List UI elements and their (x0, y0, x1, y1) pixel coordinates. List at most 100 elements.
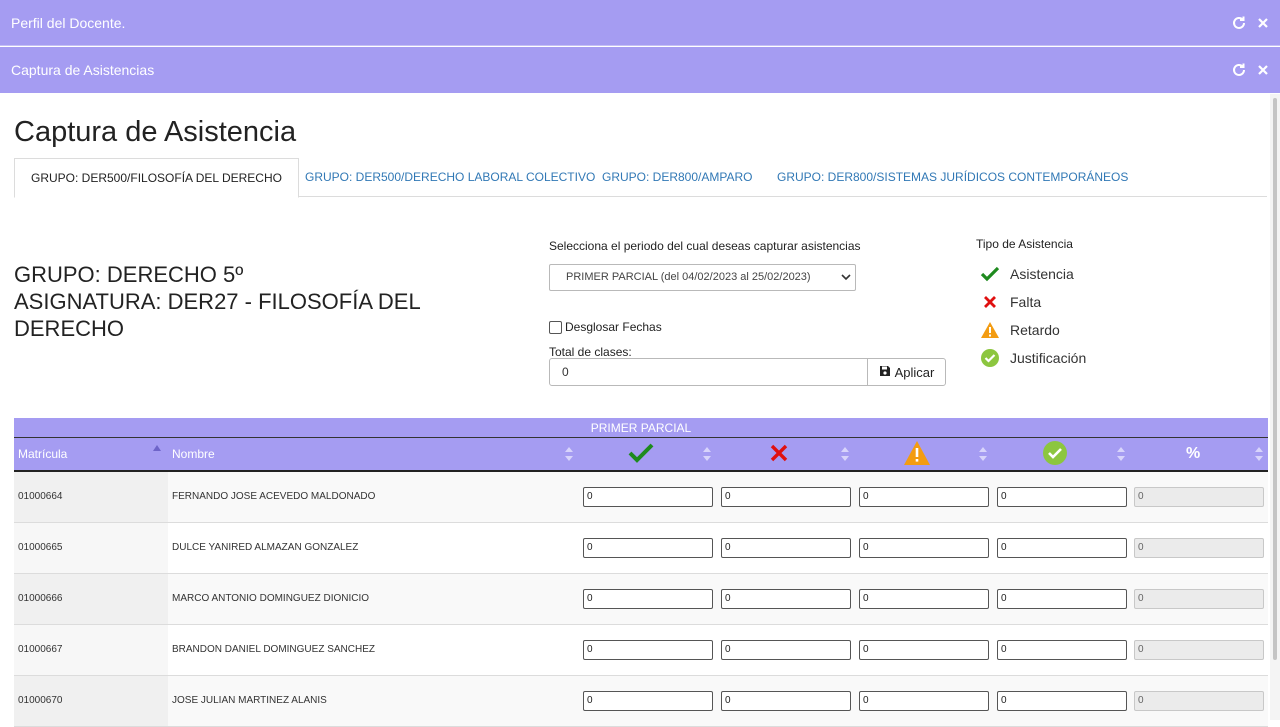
total-clases-label: Total de clases: (549, 345, 632, 359)
legend-label-justificacion: Justificación (1010, 350, 1087, 366)
matricula-header-label: Matrícula (18, 447, 68, 461)
refresh-icon[interactable] (1230, 14, 1248, 32)
legend-item-falta: Falta (976, 288, 1086, 316)
aplicar-label: Aplicar (894, 364, 935, 380)
check-icon (628, 442, 654, 467)
porcentaje-field: 0 (1134, 691, 1264, 711)
outer-window-title: Perfil del Docente. (11, 14, 126, 31)
subject-name: ASIGNATURA: DER27 - FILOSOFÍA DEL (14, 289, 421, 314)
porcentaje-field: 0 (1134, 487, 1264, 507)
nombre-header-label: Nombre (172, 447, 215, 461)
vertical-scrollbar[interactable] (1270, 94, 1280, 720)
legend-label-retardo: Retardo (1010, 322, 1060, 338)
row-matricula: 01000667 (14, 625, 168, 675)
close-icon[interactable] (1254, 14, 1272, 32)
warning-icon (978, 321, 1002, 339)
tipo-asistencia-legend: Tipo de Asistencia Asistencia Falta Reta… (976, 237, 1086, 372)
asistencia-input[interactable]: 0 (583, 487, 713, 507)
tab-der800-sistemas[interactable]: GRUPO: DER800/SISTEMAS JURÍDICOS CONTEMP… (761, 158, 1144, 197)
period-header: PRIMER PARCIAL (14, 418, 1268, 438)
scrollbar-thumb[interactable] (1273, 98, 1277, 660)
group-name: GRUPO: DERECHO 5º (14, 262, 244, 287)
row-matricula: 01000666 (14, 574, 168, 624)
periodo-label: Selecciona el periodo del cual deseas ca… (549, 239, 861, 253)
table-row: 01000665 DULCE YANIRED ALMAZAN GONZALEZ … (14, 523, 1268, 574)
periodo-select[interactable]: PRIMER PARCIAL (del 04/02/2023 al 25/02/… (549, 264, 856, 291)
column-header-nombre[interactable]: Nombre (172, 438, 215, 470)
table-header-row: Matrícula Nombre % (14, 438, 1268, 472)
legend-title: Tipo de Asistencia (976, 237, 1073, 251)
asistencia-input[interactable]: 0 (583, 589, 713, 609)
sort-icon[interactable] (565, 446, 573, 462)
table-row: 01000667 BRANDON DANIEL DOMINGUEZ SANCHE… (14, 625, 1268, 676)
refresh-icon[interactable] (1230, 61, 1248, 79)
porcentaje-field: 0 (1134, 538, 1264, 558)
legend-item-retardo: Retardo (976, 316, 1086, 344)
justificacion-input[interactable]: 0 (997, 487, 1127, 507)
table-row: 01000666 MARCO ANTONIO DOMINGUEZ DIONICI… (14, 574, 1268, 625)
tab-der500-laboral[interactable]: GRUPO: DER500/DERECHO LABORAL COLECTIVO (289, 158, 611, 197)
column-header-matricula[interactable]: Matrícula (18, 438, 67, 470)
falta-input[interactable]: 0 (721, 691, 851, 711)
justificacion-input[interactable]: 0 (997, 640, 1127, 660)
porcentaje-field: 0 (1134, 589, 1264, 609)
asistencia-input[interactable]: 0 (583, 640, 713, 660)
page-title: Captura de Asistencia (14, 116, 297, 148)
tab-der500-filosofia[interactable]: GRUPO: DER500/FILOSOFÍA DEL DERECHO (14, 158, 299, 198)
table-row: 01000670 JOSE JULIAN MARTINEZ ALANIS 0 0… (14, 676, 1268, 727)
desglosar-checkbox[interactable] (549, 320, 562, 334)
group-tabs: GRUPO: DER500/FILOSOFÍA DEL DERECHO GRUP… (14, 158, 1267, 198)
check-circle-icon (978, 349, 1002, 367)
outer-window-titlebar: Perfil del Docente. (0, 0, 1280, 46)
close-icon[interactable] (1254, 61, 1272, 79)
row-nombre: JOSE JULIAN MARTINEZ ALANIS (172, 695, 327, 706)
retardo-input[interactable]: 0 (859, 640, 989, 660)
legend-item-asistencia: Asistencia (976, 260, 1086, 288)
asistencia-input[interactable]: 0 (583, 691, 713, 711)
row-matricula: 01000664 (14, 472, 168, 522)
column-header-percent[interactable]: % (1186, 438, 1200, 470)
retardo-input[interactable]: 0 (859, 691, 989, 711)
save-icon (879, 365, 891, 380)
column-header-justificacion[interactable] (1043, 438, 1067, 470)
x-icon (770, 444, 788, 465)
sort-icon[interactable] (703, 446, 711, 462)
retardo-input[interactable]: 0 (859, 538, 989, 558)
group-info: GRUPO: DERECHO 5º ASIGNATURA: DER27 - FI… (14, 261, 474, 342)
subject-name-cont: DERECHO (14, 316, 125, 341)
column-header-asistencia[interactable] (628, 438, 654, 470)
justificacion-input[interactable]: 0 (997, 589, 1127, 609)
sort-icon[interactable] (979, 446, 987, 462)
row-nombre: BRANDON DANIEL DOMINGUEZ SANCHEZ (172, 644, 375, 655)
table-row: 01000664 FERNANDO JOSE ACEVEDO MALDONADO… (14, 472, 1268, 523)
check-icon (978, 266, 1002, 282)
column-header-retardo[interactable] (903, 438, 931, 470)
periodo-selected-value: PRIMER PARCIAL (del 04/02/2023 al 25/02/… (566, 271, 811, 283)
falta-input[interactable]: 0 (721, 589, 851, 609)
row-nombre: DULCE YANIRED ALMAZAN GONZALEZ (172, 542, 359, 553)
row-nombre: FERNANDO JOSE ACEVEDO MALDONADO (172, 491, 376, 502)
retardo-input[interactable]: 0 (859, 487, 989, 507)
asistencia-input[interactable]: 0 (583, 538, 713, 558)
row-matricula: 01000670 (14, 676, 168, 726)
justificacion-input[interactable]: 0 (997, 538, 1127, 558)
main-content: Captura de Asistencia GRUPO: DER500/FILO… (0, 94, 1270, 727)
falta-input[interactable]: 0 (721, 538, 851, 558)
legend-item-justificacion: Justificación (976, 344, 1086, 372)
sort-icon[interactable] (841, 446, 849, 462)
justificacion-input[interactable]: 0 (997, 691, 1127, 711)
column-header-falta[interactable] (770, 438, 788, 470)
aplicar-button[interactable]: Aplicar (867, 358, 946, 386)
sort-icon[interactable] (1117, 446, 1125, 462)
row-matricula: 01000665 (14, 523, 168, 573)
legend-label-asistencia: Asistencia (1010, 266, 1074, 282)
sort-icon[interactable] (1255, 446, 1263, 462)
tab-der800-amparo[interactable]: GRUPO: DER800/AMPARO (586, 158, 768, 197)
inner-window-titlebar: Captura de Asistencias (0, 47, 1280, 93)
desglosar-fechas: Desglosar Fechas (549, 320, 662, 334)
retardo-input[interactable]: 0 (859, 589, 989, 609)
total-clases-input[interactable]: 0 (549, 358, 868, 386)
falta-input[interactable]: 0 (721, 640, 851, 660)
falta-input[interactable]: 0 (721, 487, 851, 507)
sort-asc-icon[interactable] (153, 445, 161, 451)
